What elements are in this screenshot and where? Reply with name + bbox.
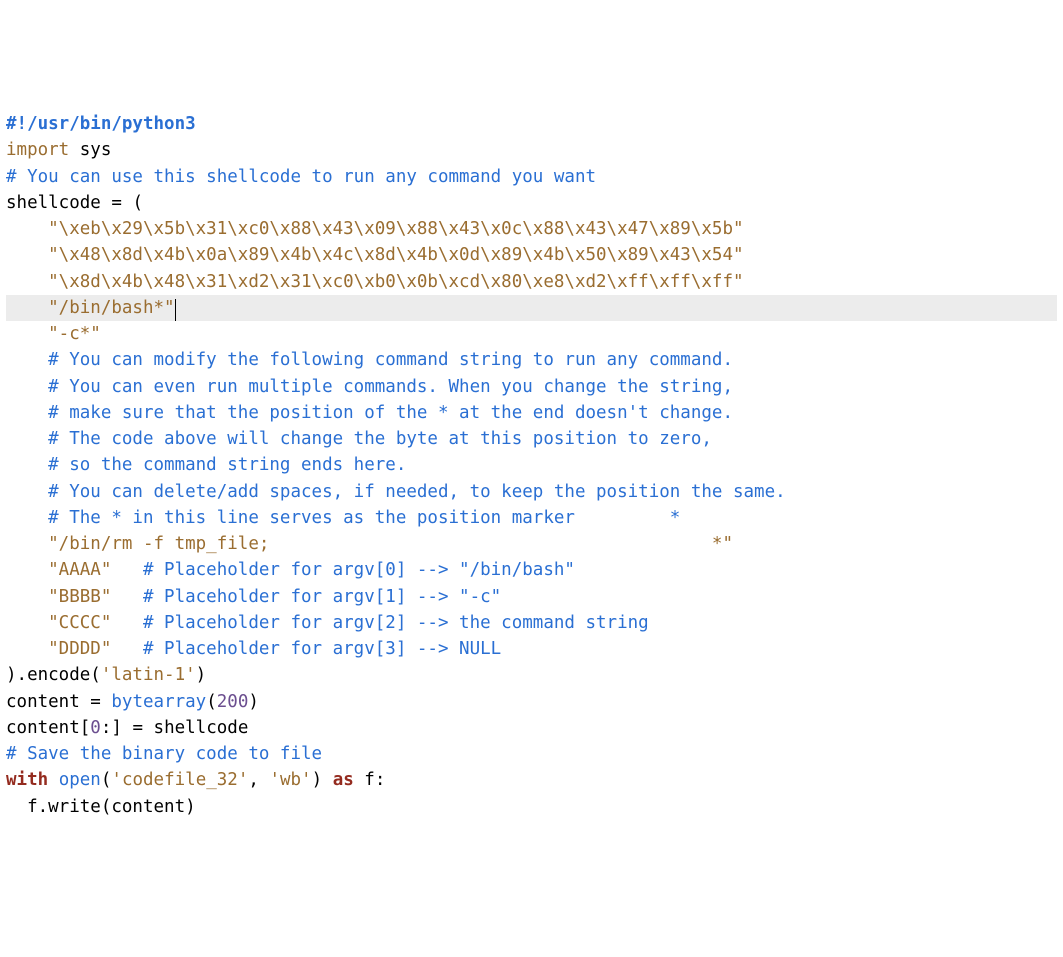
identifier: shellcode (6, 193, 111, 213)
space (48, 770, 59, 790)
string-literal: "/bin/rm -f tmp_file; *" (6, 534, 733, 554)
text-cursor (175, 299, 177, 321)
string-literal: "AAAA" (6, 560, 111, 580)
operator: = (90, 692, 101, 712)
paren: ( (101, 770, 112, 790)
code-line: "-c*" (6, 321, 1057, 347)
code-line: # You can use this shellcode to run any … (6, 164, 1057, 190)
builtin: bytearray (111, 692, 206, 712)
code-line: "\x8d\x4b\x48\x31\xd2\x31\xc0\xb0\x0b\xc… (6, 269, 1057, 295)
paren: ).encode( (6, 665, 101, 685)
slice: :] (101, 718, 133, 738)
code-line: import sys (6, 137, 1057, 163)
string-literal: 'latin-1' (101, 665, 196, 685)
code-line: "\x48\x8d\x4b\x0a\x89\x4b\x4c\x8d\x4b\x0… (6, 242, 1057, 268)
operator: = (132, 718, 143, 738)
paren: ) (248, 692, 259, 712)
code-line: "/bin/rm -f tmp_file; *" (6, 531, 1057, 557)
shebang: #!/usr/bin/python3 (6, 114, 196, 134)
code-line: "DDDD" # Placeholder for argv[3] --> NUL… (6, 636, 1057, 662)
code-line: "BBBB" # Placeholder for argv[1] --> "-c… (6, 584, 1057, 610)
code-line: "AAAA" # Placeholder for argv[0] --> "/b… (6, 557, 1057, 583)
number: 0 (90, 718, 101, 738)
number: 200 (217, 692, 249, 712)
string-literal: "/bin/bash*" (6, 298, 175, 318)
code-line: content[0:] = shellcode (6, 715, 1057, 741)
paren: ( (122, 193, 143, 213)
operator: = (111, 193, 122, 213)
comment: # so the command string ends here. (6, 455, 406, 475)
string-literal: "DDDD" (6, 639, 111, 659)
paren: ) (312, 770, 333, 790)
identifier: content[ (6, 718, 90, 738)
code-line: # make sure that the position of the * a… (6, 400, 1057, 426)
string-literal: 'wb' (269, 770, 311, 790)
comment: # make sure that the position of the * a… (6, 403, 733, 423)
identifier: shellcode (143, 718, 248, 738)
code-line: # The * in this line serves as the posit… (6, 505, 1057, 531)
string-literal: 'codefile_32' (111, 770, 248, 790)
code-line-active: "/bin/bash*" (6, 295, 1057, 321)
string-literal: "CCCC" (6, 613, 111, 633)
string-literal: "BBBB" (6, 587, 111, 607)
keyword-as: as (333, 770, 354, 790)
identifier: content (6, 692, 90, 712)
comment: # You can use this shellcode to run any … (6, 167, 596, 187)
code-line: content = bytearray(200) (6, 689, 1057, 715)
comment: # Placeholder for argv[0] --> "/bin/bash… (111, 560, 575, 580)
code-line: # You can modify the following command s… (6, 347, 1057, 373)
paren: ) (196, 665, 207, 685)
identifier: f: (354, 770, 386, 790)
comment: # Save the binary code to file (6, 744, 322, 764)
builtin-open: open (59, 770, 101, 790)
statement: f.write(content) (6, 797, 196, 817)
string-literal: "-c*" (6, 324, 101, 344)
comment: # You can modify the following command s… (6, 350, 733, 370)
code-line: # Save the binary code to file (6, 741, 1057, 767)
string-literal: "\x48\x8d\x4b\x0a\x89\x4b\x4c\x8d\x4b\x0… (6, 245, 744, 265)
code-line: # so the command string ends here. (6, 452, 1057, 478)
code-line: "CCCC" # Placeholder for argv[2] --> the… (6, 610, 1057, 636)
comment: # Placeholder for argv[3] --> NULL (111, 639, 501, 659)
code-editor[interactable]: #!/usr/bin/python3 import sys # You can us… (6, 111, 1057, 820)
code-line: # You can even run multiple commands. Wh… (6, 374, 1057, 400)
comment: # The * in this line serves as the posit… (6, 508, 680, 528)
code-line: f.write(content) (6, 794, 1057, 820)
import-module: sys (69, 140, 111, 160)
import-keyword: import (6, 140, 69, 160)
code-line: ).encode('latin-1') (6, 662, 1057, 688)
code-line: "\xeb\x29\x5b\x31\xc0\x88\x43\x09\x88\x4… (6, 216, 1057, 242)
comma: , (248, 770, 269, 790)
code-line: # You can delete/add spaces, if needed, … (6, 479, 1057, 505)
keyword-with: with (6, 770, 48, 790)
string-literal: "\x8d\x4b\x48\x31\xd2\x31\xc0\xb0\x0b\xc… (6, 272, 744, 292)
comment: # You can even run multiple commands. Wh… (6, 377, 733, 397)
code-line: #!/usr/bin/python3 (6, 111, 1057, 137)
comment: # You can delete/add spaces, if needed, … (6, 482, 786, 502)
comment: # Placeholder for argv[1] --> "-c" (111, 587, 501, 607)
space (101, 692, 112, 712)
comment: # The code above will change the byte at… (6, 429, 712, 449)
code-line: # The code above will change the byte at… (6, 426, 1057, 452)
comment: # Placeholder for argv[2] --> the comman… (111, 613, 648, 633)
code-line: shellcode = ( (6, 190, 1057, 216)
code-line: with open('codefile_32', 'wb') as f: (6, 767, 1057, 793)
string-literal: "\xeb\x29\x5b\x31\xc0\x88\x43\x09\x88\x4… (6, 219, 744, 239)
paren: ( (206, 692, 217, 712)
